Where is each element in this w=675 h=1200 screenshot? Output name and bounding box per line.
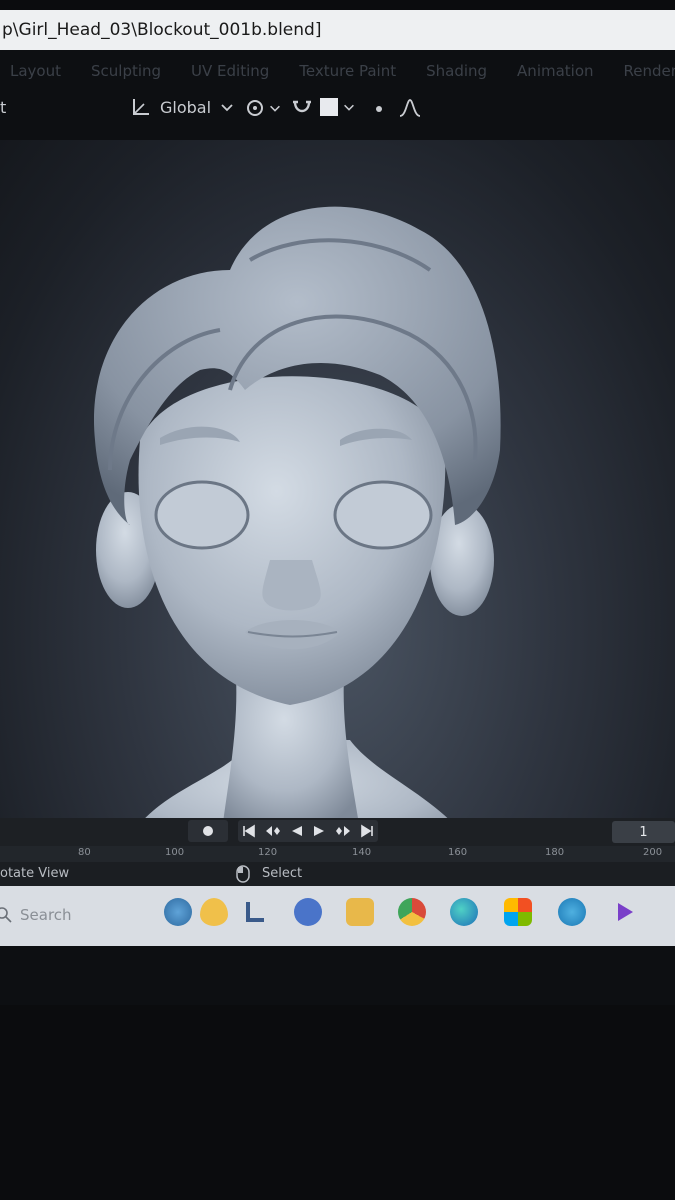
current-frame-value: 1 (639, 824, 648, 840)
play-reverse-icon[interactable] (290, 824, 304, 838)
proportional-edit-toggle[interactable] (372, 102, 386, 116)
workspace-tabs: Layout Sculpting UV Editing Texture Pain… (0, 58, 675, 84)
edge-icon[interactable] (450, 898, 478, 926)
ruler-tick: 120 (258, 847, 278, 858)
chevron-down-icon (344, 104, 354, 111)
tab-sculpting[interactable]: Sculpting (91, 62, 161, 80)
next-keyframe-icon[interactable] (335, 824, 351, 838)
status-bar: otate View Select (0, 862, 675, 886)
transform-orientation-label: Global (160, 97, 212, 117)
media-player-icon[interactable] (610, 898, 638, 926)
nose (262, 560, 321, 611)
file-explorer-icon[interactable] (346, 898, 374, 926)
tab-uv-editing[interactable]: UV Editing (191, 62, 269, 80)
tab-animation[interactable]: Animation (517, 62, 593, 80)
ruler-tick: 200 (643, 847, 663, 858)
record-icon (203, 826, 213, 836)
taskbar-search[interactable]: Search (0, 898, 150, 932)
weather-icon[interactable] (200, 898, 228, 926)
play-icon[interactable] (312, 824, 326, 838)
start-glyph (246, 902, 264, 922)
ruler-tick: 180 (545, 847, 565, 858)
chevron-down-icon (221, 104, 233, 112)
status-left-hint: otate View (0, 866, 70, 881)
tab-shading[interactable]: Shading (426, 62, 487, 80)
snap-toggle[interactable] (290, 96, 314, 120)
timeline-ruler[interactable]: 80 100 120 140 160 180 200 (0, 846, 675, 862)
prev-keyframe-icon[interactable] (265, 824, 281, 838)
search-icon (0, 907, 12, 923)
jump-start-icon[interactable] (242, 824, 256, 838)
window-title: p\Girl_Head_03\Blockout_001b.blend] (2, 20, 322, 40)
window-title-bar: p\Girl_Head_03\Blockout_001b.blend] (0, 10, 675, 50)
mode-menu-fragment[interactable]: t (0, 98, 6, 117)
widgets-icon[interactable] (164, 898, 192, 926)
chrome-icon[interactable] (398, 898, 426, 926)
viewport-header: t Global (0, 92, 675, 126)
tab-texture-paint[interactable]: Texture Paint (299, 62, 396, 80)
ruler-tick: 80 (78, 847, 91, 858)
transform-orientation-icon (133, 99, 149, 115)
snap-target-square-icon (320, 98, 338, 116)
tab-rendering[interactable]: Rendering (624, 62, 675, 80)
sculpt-model (93, 206, 501, 835)
pivot-point-icon (247, 100, 263, 116)
falloff-curve-icon (399, 99, 421, 117)
start-icon[interactable] (242, 898, 270, 926)
chevron-down-icon (270, 105, 280, 112)
media-player-glyph (618, 903, 633, 921)
pivot-point-dropdown[interactable] (244, 96, 282, 120)
3d-viewport[interactable] (0, 140, 675, 835)
status-center-hint: Select (262, 866, 303, 881)
windows-taskbar: Search (0, 886, 675, 946)
chat-icon[interactable] (294, 898, 322, 926)
app-icon[interactable] (558, 898, 586, 926)
timeline-controls: 1 (0, 818, 675, 846)
record-button[interactable] (188, 820, 228, 842)
snap-target-dropdown[interactable] (320, 98, 356, 116)
ruler-tick: 100 (165, 847, 185, 858)
current-frame-field[interactable]: 1 (612, 821, 675, 843)
transform-orientation-dropdown[interactable]: Global (130, 96, 235, 118)
falloff-dropdown[interactable] (398, 96, 422, 120)
store-icon[interactable] (504, 898, 532, 926)
jump-end-icon[interactable] (360, 824, 374, 838)
mouse-icon (236, 865, 250, 883)
search-placeholder: Search (20, 906, 72, 924)
ruler-tick: 160 (448, 847, 468, 858)
ruler-tick: 140 (352, 847, 372, 858)
proportional-edit-icon (376, 106, 382, 112)
tab-layout[interactable]: Layout (10, 62, 61, 80)
snap-icon (293, 100, 311, 113)
playback-buttons (238, 820, 378, 842)
